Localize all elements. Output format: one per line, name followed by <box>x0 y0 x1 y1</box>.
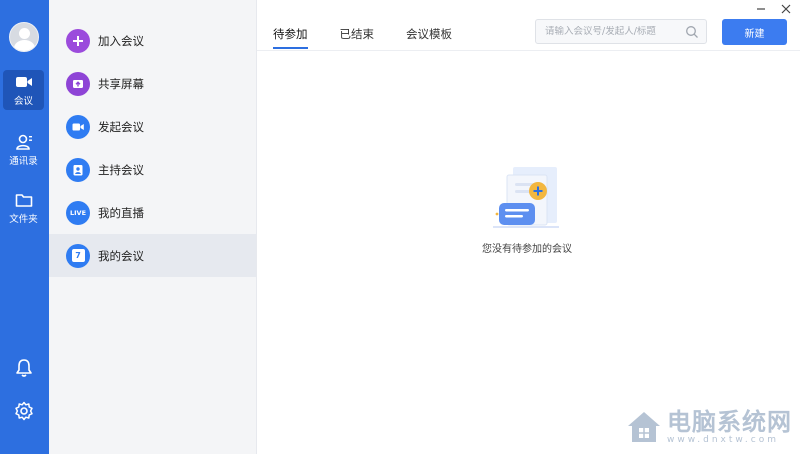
plus-icon <box>66 28 90 53</box>
rail-item-contacts[interactable]: 通讯录 <box>3 130 44 170</box>
action-menu: 加入会议 共享屏幕 发起会议 主持会议 LIVE 我的直播 7 我的会议 <box>49 0 257 454</box>
watermark-title: 电脑系统网 <box>667 406 792 436</box>
settings-icon[interactable] <box>14 401 34 421</box>
tab-upcoming[interactable]: 待参加 <box>273 26 308 49</box>
rail-item-label: 通讯录 <box>9 156 38 167</box>
avatar[interactable] <box>9 22 39 52</box>
folder-icon <box>15 194 32 207</box>
bell-icon[interactable] <box>14 358 34 378</box>
share-screen-icon <box>66 71 90 96</box>
rail-item-meetings[interactable]: 会议 <box>3 70 44 110</box>
menu-item-label: 加入会议 <box>98 33 144 48</box>
app-window: 会议 通讯录 文件夹 加入会议 共享屏幕 发起会议 主持会议 LIVE 我的直播… <box>0 0 800 454</box>
search-icon[interactable] <box>685 25 699 39</box>
menu-item-label: 发起会议 <box>98 119 144 134</box>
live-icon: LIVE <box>66 200 90 225</box>
empty-state-illustration <box>493 167 559 228</box>
menu-item-label: 我的会议 <box>98 248 144 263</box>
video-camera-icon <box>15 77 32 87</box>
rail-item-label: 文件夹 <box>9 214 38 225</box>
new-meeting-button[interactable]: 新建 <box>722 19 787 45</box>
tab-templates[interactable]: 会议模板 <box>406 26 452 47</box>
menu-item-my-live[interactable]: LIVE 我的直播 <box>49 191 256 234</box>
empty-state-text: 您没有待参加的会议 <box>482 244 572 255</box>
menu-item-host-meeting[interactable]: 主持会议 <box>49 148 256 191</box>
contacts-icon <box>15 134 32 150</box>
menu-item-start-meeting[interactable]: 发起会议 <box>49 105 256 148</box>
tab-ended[interactable]: 已结束 <box>340 26 375 47</box>
tab-bar: 待参加 已结束 会议模板 <box>273 26 484 49</box>
divider <box>257 50 800 51</box>
menu-item-label: 主持会议 <box>98 162 144 177</box>
house-logo-icon <box>628 412 660 442</box>
menu-item-label: 共享屏幕 <box>98 76 144 91</box>
menu-item-join-meeting[interactable]: 加入会议 <box>49 19 256 62</box>
rail-item-label: 会议 <box>13 96 33 107</box>
calendar-icon: 7 <box>66 243 90 268</box>
minimize-icon[interactable] <box>754 2 768 16</box>
menu-item-label: 我的直播 <box>98 205 144 220</box>
close-icon[interactable] <box>779 2 793 16</box>
video-camera-icon <box>66 114 90 139</box>
rail-item-folders[interactable]: 文件夹 <box>3 188 44 228</box>
menu-item-share-screen[interactable]: 共享屏幕 <box>49 62 256 105</box>
watermark-url: www.dnxtw.com <box>667 434 780 445</box>
main-panel: 待参加 已结束 会议模板 新建 <box>257 0 800 454</box>
search-input[interactable] <box>545 26 685 37</box>
host-icon <box>66 157 90 182</box>
search-box <box>535 19 707 44</box>
watermark: 电脑系统网 www.dnxtw.com <box>625 408 792 446</box>
left-rail: 会议 通讯录 文件夹 <box>0 0 49 454</box>
menu-item-my-meetings[interactable]: 7 我的会议 <box>49 234 256 277</box>
